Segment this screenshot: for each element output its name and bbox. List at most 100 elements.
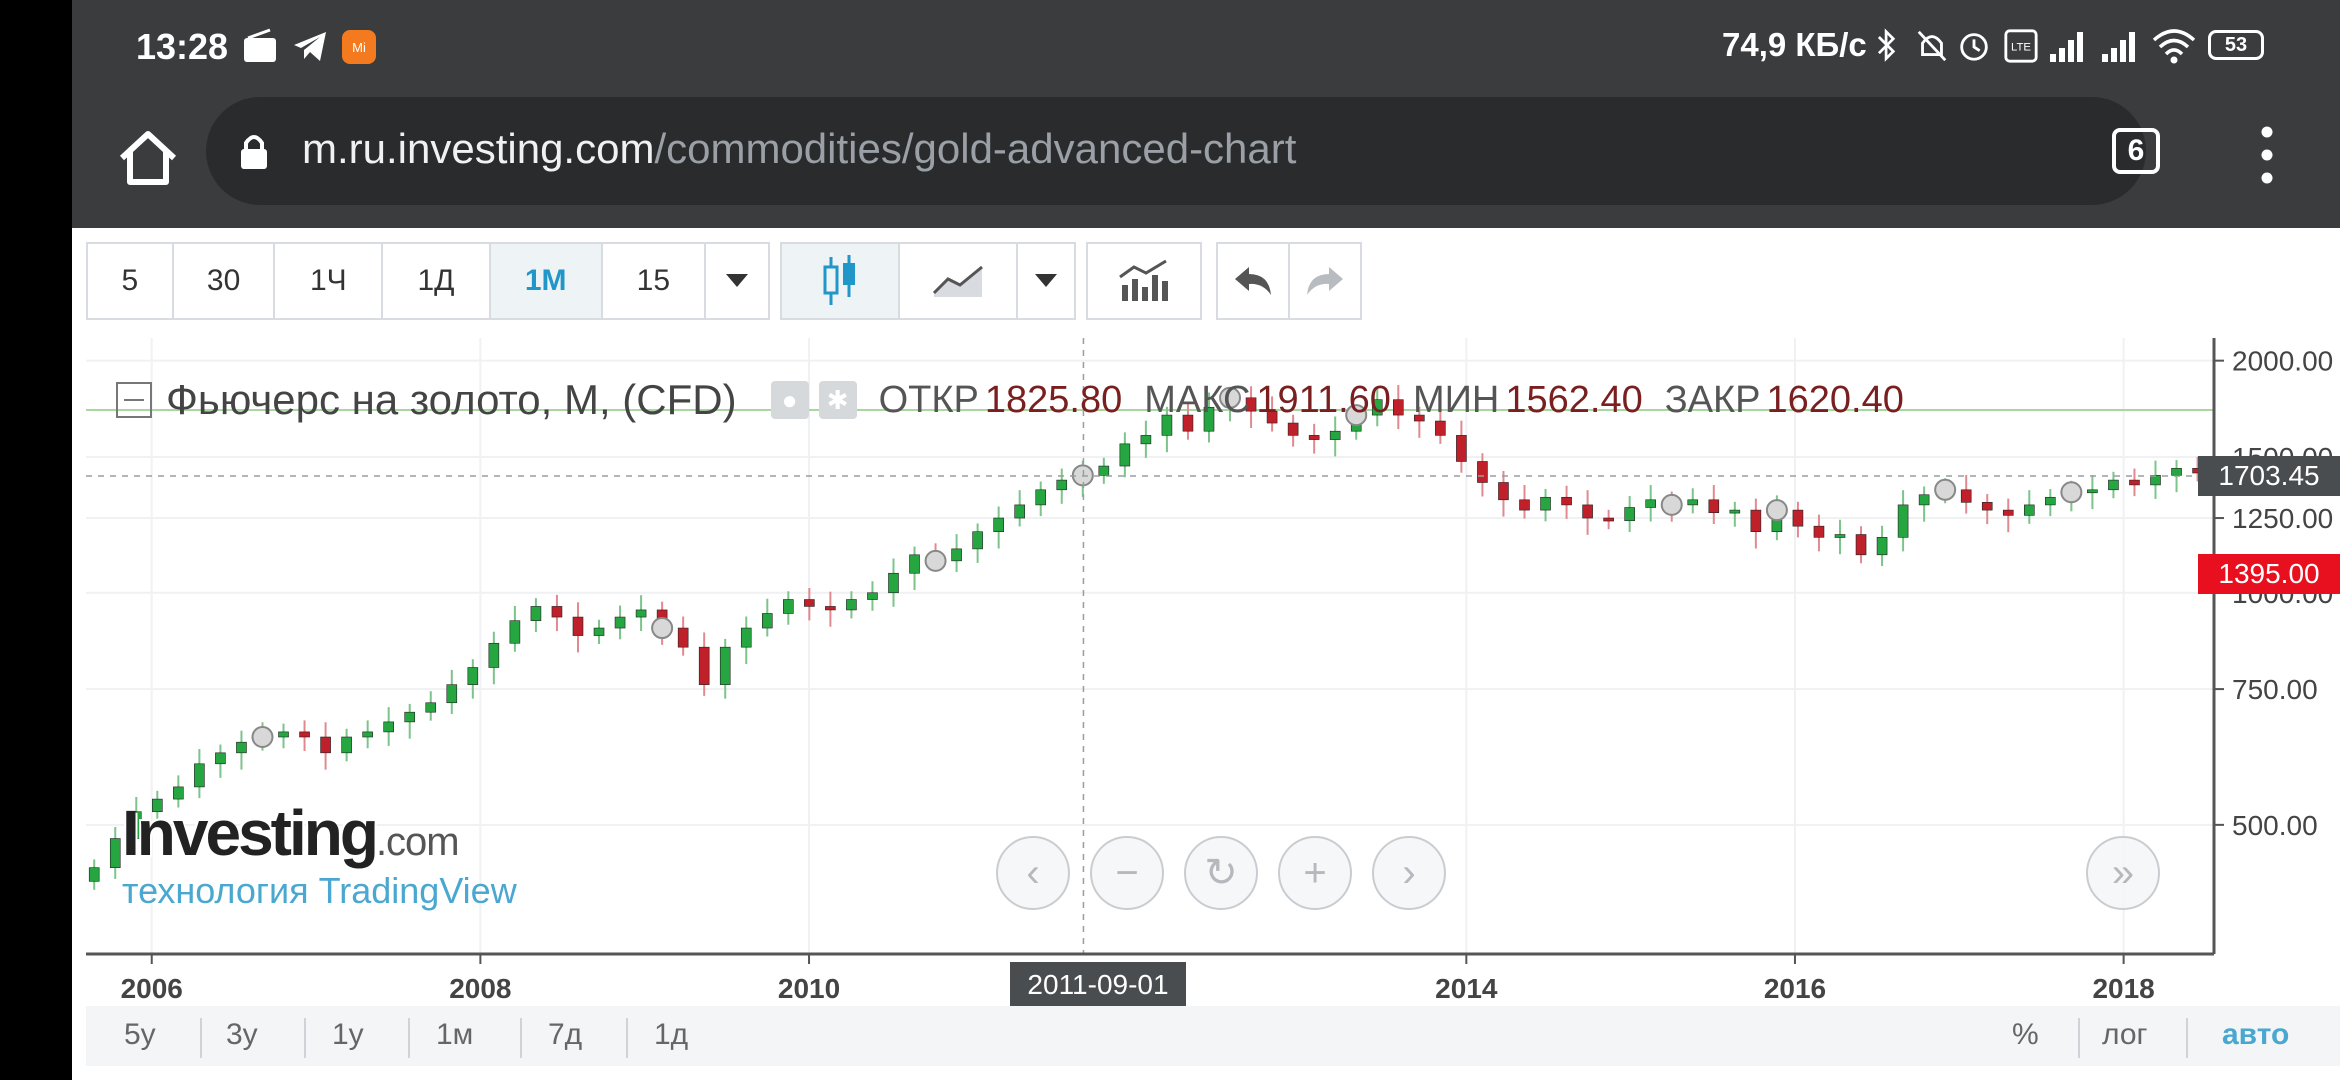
candle-body (572, 616, 584, 636)
auto-scale-button[interactable]: авто (2222, 1018, 2289, 1052)
candle-body (761, 613, 773, 629)
tradingview-credit: технология TradingView (122, 870, 517, 911)
zoom-in-button[interactable]: + (1278, 836, 1352, 910)
chart-type-group (780, 242, 1076, 320)
home-icon[interactable] (102, 112, 194, 204)
candle-body (867, 592, 878, 600)
candle-body (236, 741, 247, 754)
candle-body (1855, 534, 1867, 556)
scroll-left-button[interactable]: ‹ (996, 836, 1070, 910)
candle-body (404, 711, 416, 723)
history-group (1216, 242, 1362, 320)
scroll-to-end-button[interactable]: » (2086, 836, 2160, 910)
interval-30[interactable]: 30 (174, 244, 276, 318)
candle-body (341, 736, 352, 754)
area-chart-icon (932, 265, 983, 297)
chart-legend: Фьючерс на золото, M, (CFD) ● ✱ ОТКР 182… (116, 370, 1904, 430)
tab-count: 6 (2127, 134, 2145, 167)
candle-body (951, 548, 962, 562)
candle-body (425, 702, 437, 713)
eye-icon[interactable]: ● (770, 381, 809, 419)
candle-body (1792, 509, 1804, 527)
y-tick-label: 750.00 (2232, 674, 2318, 705)
scroll-right-button[interactable]: › (1372, 836, 1446, 910)
candle-body (2002, 509, 2014, 516)
range-1y[interactable]: 1y (332, 1018, 364, 1052)
candle-body (88, 867, 100, 882)
chart-type-dropdown[interactable] (1018, 244, 1074, 318)
candle-body (1729, 509, 1741, 514)
chart-area[interactable]: 500.00750.001000.001250.001500.002000.00… (86, 338, 2340, 1008)
interval-15[interactable]: 15 (603, 244, 707, 318)
log-scale-button[interactable]: лог (2102, 1018, 2147, 1052)
candle-body (888, 572, 899, 594)
investing-logo: Investing.com (122, 796, 517, 870)
candle-body (1645, 499, 1656, 508)
candle-body (1014, 504, 1025, 519)
candle-body (1140, 435, 1152, 445)
redo-button[interactable] (1290, 244, 1360, 318)
battery-level: 53 (2224, 34, 2248, 56)
svg-text:Mi: Mi (352, 40, 366, 55)
event-marker (1765, 499, 1788, 522)
interval-1d[interactable]: 1Д (383, 244, 491, 318)
candle-body (1750, 509, 1762, 533)
candle-body (1498, 482, 1509, 501)
indicators-button[interactable] (1088, 244, 1200, 318)
volte-icon: LTE (2004, 29, 2038, 63)
interval-5[interactable]: 5 (88, 244, 174, 318)
collapse-legend-button[interactable] (116, 382, 152, 418)
chart-toolbar: 5 30 1Ч 1Д 1М 15 (72, 228, 2340, 338)
interval-1h[interactable]: 1Ч (275, 244, 384, 318)
candle-body (509, 620, 521, 644)
gear-icon[interactable]: ✱ (818, 381, 857, 419)
overflow-menu-icon[interactable] (2252, 120, 2282, 190)
x-tick-label: 2014 (1435, 973, 1498, 1004)
chevron-down-icon (1035, 274, 1057, 287)
candle-body (719, 646, 731, 685)
range-3y[interactable]: 3y (226, 1018, 258, 1052)
indicators-group (1086, 242, 1202, 320)
reset-button[interactable]: ↻ (1184, 836, 1258, 910)
candle-body (614, 616, 626, 629)
undo-button[interactable] (1218, 244, 1290, 318)
interval-1m[interactable]: 1М (490, 244, 603, 318)
candle-body (1624, 507, 1635, 522)
range-1m[interactable]: 1м (436, 1018, 473, 1052)
range-bar: 5y 3y 1y 1м 7д 1д % лог авто (86, 1006, 2340, 1066)
candle-body (1456, 435, 1467, 462)
url-host: m.ru.investing.com (302, 125, 655, 172)
candle-body (635, 609, 647, 618)
x-tick-label: 2016 (1764, 973, 1826, 1004)
percent-scale-button[interactable]: % (2012, 1018, 2039, 1052)
interval-dropdown[interactable] (706, 244, 768, 318)
status-bar: 13:28 Mi 74,9 КБ/с LTE 53 (72, 0, 2340, 92)
candle-body (1708, 499, 1720, 514)
investing-watermark: Investing.com технология TradingView (122, 796, 517, 912)
address-bar[interactable]: m.ru.investing.com/commodities/gold-adva… (206, 97, 2146, 205)
y-tick-label: 2000.00 (2232, 346, 2333, 377)
range-5y[interactable]: 5y (124, 1018, 156, 1052)
candle-body (551, 606, 563, 618)
zoom-out-button[interactable]: − (1090, 836, 1164, 910)
network-speed: 74,9 КБ/с (1722, 26, 1867, 63)
range-1d[interactable]: 1д (654, 1018, 688, 1052)
tab-switcher-button[interactable]: 6 (2112, 128, 2160, 174)
candles-type-button[interactable] (782, 244, 900, 318)
event-marker (251, 726, 274, 749)
candle-body (2108, 479, 2119, 491)
battery-icon: 53 (2208, 30, 2264, 60)
candle-body (1834, 534, 1846, 538)
area-type-button[interactable] (900, 244, 1018, 318)
logo-suffix: .com (375, 820, 460, 864)
candle-body (299, 731, 310, 738)
url-text: m.ru.investing.com/commodities/gold-adva… (302, 125, 1296, 173)
range-separator (2078, 1018, 2080, 1058)
candle-body (909, 554, 920, 574)
candle-body (1687, 499, 1699, 506)
candle-body (362, 731, 373, 738)
candle-body (215, 752, 226, 765)
candle-body (1119, 443, 1131, 467)
candle-body (1098, 465, 1110, 476)
range-7d[interactable]: 7д (548, 1018, 582, 1052)
